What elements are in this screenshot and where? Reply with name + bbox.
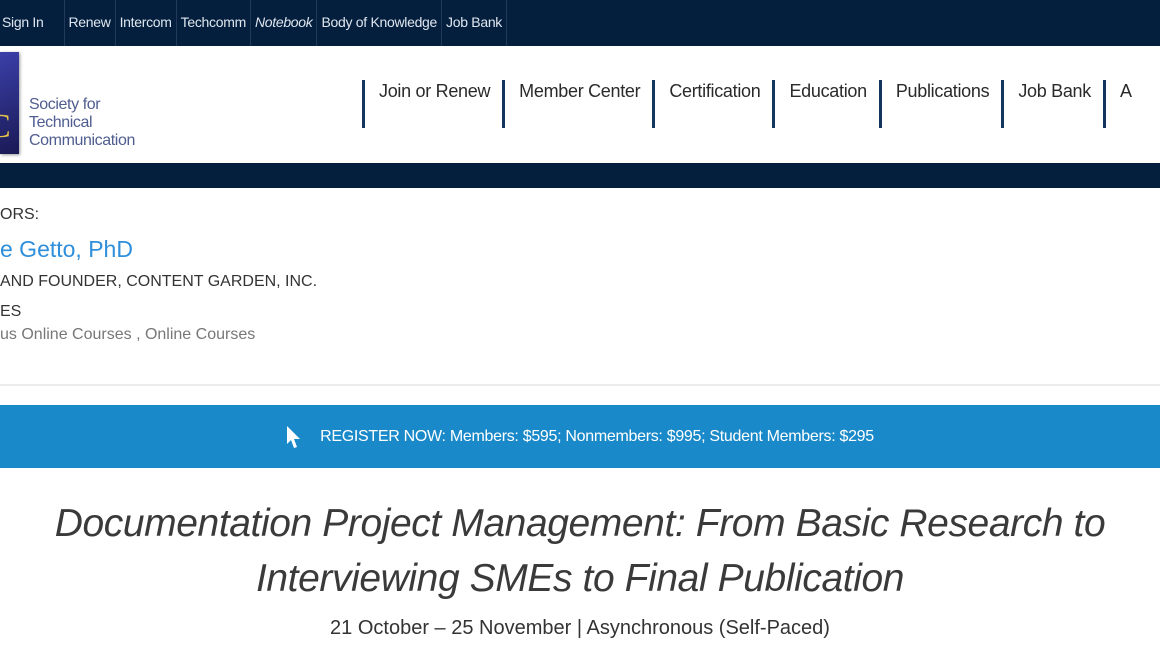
logo-line: Communication [29,132,135,149]
course-title-line: Interviewing SMEs to Final Publication [255,557,905,600]
notebook-link[interactable]: Notebook [251,0,318,46]
categories-value[interactable]: us Online Courses , Online Courses [0,326,255,344]
logo-text: Society for Technical Communication [29,96,135,150]
nav-job-bank[interactable]: Job Bank [1001,80,1103,128]
site-header: C Society for Technical Communication Jo… [0,46,1160,163]
nav-publications[interactable]: Publications [878,80,1001,128]
instructors-label: ORS: [0,206,40,223]
techcomm-link[interactable]: Techcomm [177,0,251,46]
sign-in-link[interactable]: Sign In [0,0,65,46]
instructor-title: AND FOUNDER, CONTENT GARDEN, INC. [0,273,318,290]
register-now-button[interactable]: REGISTER NOW: Members: $595; Nonmembers:… [0,405,1160,468]
job-bank-link[interactable]: Job Bank [442,0,508,46]
logo-letter: C [0,108,11,146]
course-title-line: Documentation Project Management: From B… [54,502,1106,545]
course-dates: 21 October – 25 November | Asynchronous … [330,617,830,639]
cursor-arrow-icon [287,425,301,448]
nav-item-truncated[interactable]: A [1102,80,1144,128]
intercom-link[interactable]: Intercom [116,0,177,46]
nav-member-center[interactable]: Member Center [502,80,652,128]
utility-bar: Sign In Renew Intercom Techcomm Notebook… [0,0,1160,46]
body-of-knowledge-link[interactable]: Body of Knowledge [317,0,443,46]
logo-line: Technical [29,114,93,131]
nav-join-or-renew[interactable]: Join or Renew [362,80,502,128]
divider [0,384,1160,386]
course-title: Documentation Project Management: From B… [0,496,1160,606]
renew-link[interactable]: Renew [65,0,116,46]
register-text: REGISTER NOW: Members: $595; Nonmembers:… [320,427,874,445]
header-band [0,163,1160,188]
logo-line: Society for [29,96,101,113]
nav-education[interactable]: Education [772,80,878,128]
instructor-name-link[interactable]: e Getto, PhD [0,236,133,263]
nav-certification[interactable]: Certification [652,80,772,128]
main-nav: Join or Renew Member Center Certificatio… [362,80,1144,128]
categories-label: ES [0,303,22,320]
